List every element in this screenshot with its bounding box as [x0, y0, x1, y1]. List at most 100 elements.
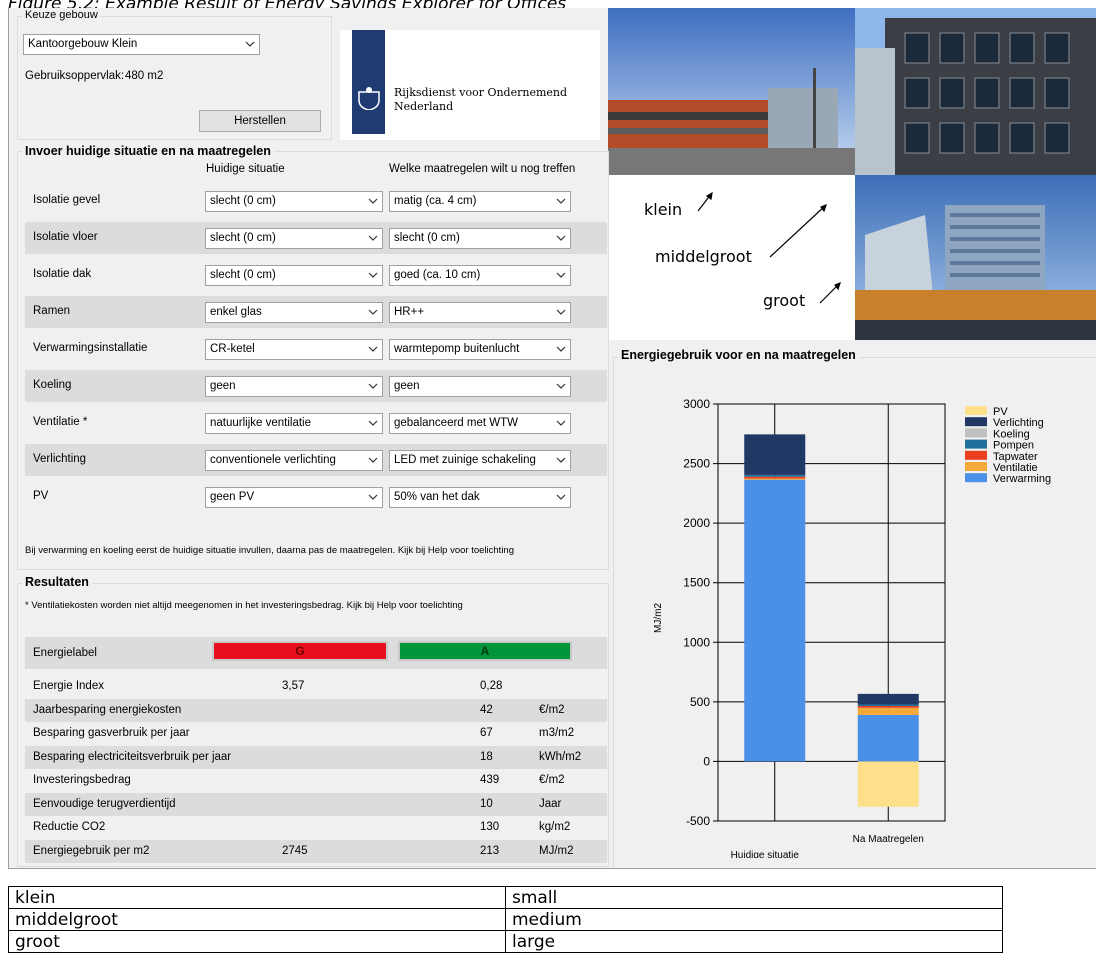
- column-header-current: Huidige situatie: [206, 163, 285, 175]
- measure-row: Isolatie dak slecht (0 cm) goed (ca. 10 cm…: [25, 259, 607, 291]
- legend-label: Koeling: [993, 428, 1030, 440]
- current-situation-select[interactable]: conventionele verlichting: [205, 450, 383, 471]
- measure-select[interactable]: goed (ca. 10 cm): [389, 265, 571, 286]
- result-label: Jaarbesparing energiekosten: [33, 703, 182, 716]
- result-after: 10: [480, 797, 493, 810]
- current-situation-value: slecht (0 cm): [210, 269, 276, 281]
- current-situation-select[interactable]: geen: [205, 376, 383, 397]
- result-unit: MJ/m2: [539, 844, 574, 857]
- measure-row-label: PV: [33, 490, 49, 502]
- result-label: Investeringsbedrag: [33, 774, 131, 786]
- energy-chart: -500 0 500 1000 1500 2000 2500 3000 Huidige situ…: [653, 397, 1051, 858]
- result-after: 213: [480, 844, 500, 857]
- y-tick-label: 2000: [683, 516, 710, 530]
- measure-row: Ventilatie * natuurlijke ventilatie gebala…: [25, 407, 607, 439]
- measure-row-label: Verlichting: [33, 453, 87, 465]
- y-tick-label: 1000: [683, 635, 710, 649]
- measure-row: Ramen enkel glas HR++: [25, 296, 607, 328]
- measure-select[interactable]: geen: [389, 376, 571, 397]
- legend-label: Ventilatie: [993, 462, 1038, 474]
- result-current: 3,57: [282, 680, 305, 692]
- legend-label: PV: [993, 406, 1008, 418]
- photo-small-building: [608, 8, 855, 175]
- current-situation-select[interactable]: slecht (0 cm): [205, 265, 383, 286]
- chevron-down-icon: [368, 346, 378, 352]
- legend-swatch: [965, 462, 987, 471]
- photo-large-building: [855, 175, 1096, 340]
- legend-label: Verwarming: [993, 473, 1051, 485]
- input-group-title: Invoer huidige situatie en na maatregele…: [22, 144, 274, 158]
- measure-row: Verlichting conventionele verlichting LED …: [25, 444, 607, 476]
- measure-select[interactable]: gebalanceerd met WTW: [389, 413, 571, 434]
- result-unit: €/m2: [539, 703, 565, 716]
- measure-row: Isolatie gevel slecht (0 cm) matig (ca. 4 …: [25, 185, 607, 217]
- bar-segment-pv: [857, 761, 919, 807]
- current-situation-value: slecht (0 cm): [210, 232, 276, 244]
- current-situation-select[interactable]: natuurlijke ventilatie: [205, 413, 383, 434]
- result-after: 130: [480, 821, 500, 833]
- energy-label-after-value: A: [480, 644, 490, 658]
- measure-row-label: Isolatie gevel: [33, 194, 101, 206]
- current-situation-select[interactable]: geen PV: [205, 487, 383, 508]
- chevron-down-icon: [368, 272, 378, 278]
- measure-value: gebalanceerd met WTW: [394, 417, 518, 429]
- translation-row: klein small: [8, 886, 1003, 909]
- dutch-term: middelgroot: [8, 908, 506, 931]
- y-axis-label: MJ/m2: [653, 603, 664, 633]
- column-header-measures: Welke maatregelen wilt u nog treffen: [389, 163, 576, 175]
- result-unit: kg/m2: [539, 821, 571, 833]
- measure-select[interactable]: matig (ca. 4 cm): [389, 191, 571, 212]
- translation-table: klein small middelgroot medium groot large: [8, 886, 1003, 953]
- energy-label-label: Energielabel: [33, 647, 97, 659]
- result-label: Besparing gasverbruik per jaar: [33, 727, 190, 739]
- legend-label: Tapwater: [993, 451, 1038, 463]
- measure-select[interactable]: 50% van het dak: [389, 487, 571, 508]
- current-situation-select[interactable]: enkel glas: [205, 302, 383, 323]
- measure-value: warmtepomp buitenlucht: [394, 343, 520, 355]
- chevron-down-icon: [368, 494, 378, 500]
- measure-select[interactable]: HR++: [389, 302, 571, 323]
- current-situation-select[interactable]: slecht (0 cm): [205, 228, 383, 249]
- result-label: Besparing electriciteitsverbruik per jaa…: [33, 750, 232, 763]
- current-situation-value: slecht (0 cm): [210, 195, 276, 207]
- chevron-down-icon: [368, 420, 378, 426]
- measure-value: slecht (0 cm): [394, 232, 460, 244]
- result-current: 2745: [282, 844, 308, 857]
- measure-select[interactable]: warmtepomp buitenlucht: [389, 339, 571, 360]
- english-term: medium: [505, 908, 1003, 931]
- chevron-down-icon: [556, 198, 566, 204]
- chart-title: Energiegebruik voor en na maatregelen: [618, 348, 859, 362]
- measure-value: goed (ca. 10 cm): [394, 269, 481, 281]
- result-unit: Jaar: [539, 797, 562, 810]
- current-situation-value: CR-ketel: [210, 343, 255, 355]
- building-select[interactable]: Kantoorgebouw Klein: [23, 34, 260, 55]
- measure-row: Verwarmingsinstallatie CR-ketel warmtepomp…: [25, 333, 607, 365]
- current-situation-select[interactable]: CR-ketel: [205, 339, 383, 360]
- measure-row-label: Isolatie vloer: [33, 231, 98, 243]
- y-tick-label: 0: [703, 754, 710, 768]
- logo-band: [352, 30, 385, 134]
- chevron-down-icon: [245, 41, 255, 47]
- legend-label: Pompen: [993, 440, 1034, 452]
- chevron-down-icon: [556, 420, 566, 426]
- result-after: 67: [480, 727, 493, 739]
- current-situation-select[interactable]: slecht (0 cm): [205, 191, 383, 212]
- y-tick-label: -500: [686, 814, 710, 828]
- result-row: Jaarbesparing energiekosten 42 €/m2: [25, 698, 607, 722]
- x-category-label: Huidige situatie: [731, 850, 800, 858]
- y-tick-label: 3000: [683, 397, 710, 411]
- y-tick-label: 2500: [683, 457, 710, 471]
- photo-medium-building: [855, 8, 1096, 175]
- measure-select[interactable]: slecht (0 cm): [389, 228, 571, 249]
- legend-swatch: [965, 473, 987, 483]
- result-row: Eenvoudige terugverdientijd 10 Jaar: [25, 792, 607, 816]
- logo-line2: Nederland: [394, 100, 454, 113]
- photo-label-middelgroot: middelgroot: [655, 247, 752, 266]
- measure-select[interactable]: LED met zuinige schakeling: [389, 450, 571, 471]
- reset-button[interactable]: Herstellen: [199, 110, 321, 132]
- legend-swatch: [965, 450, 987, 460]
- logo-line1: Rijksdienst voor Ondernemend: [394, 86, 568, 99]
- area-value: 480 m2: [125, 70, 164, 82]
- chevron-down-icon: [368, 235, 378, 241]
- result-row: Energiegebruik per m2 2745 213 MJ/m2: [25, 839, 607, 863]
